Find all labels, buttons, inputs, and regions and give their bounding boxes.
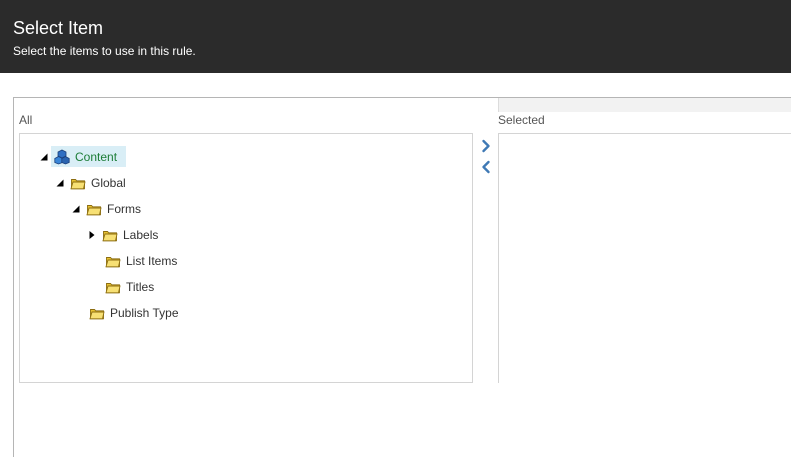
tree-node-label[interactable]: Global [91,176,126,190]
folder-icon [86,201,102,217]
dialog-title: Select Item [13,18,104,38]
chevron-left-icon [482,160,490,174]
folder-icon [105,253,121,269]
remove-from-selected-button[interactable] [479,160,493,174]
expanded-triangle-icon[interactable] [39,152,49,162]
tree-node-titles[interactable]: Titles [105,277,154,297]
dialog-subtitle: Select the items to use in this rule. [13,44,196,58]
folder-icon [89,305,105,321]
tree-node-forms[interactable]: Forms [71,199,141,219]
tree-node-label[interactable]: Publish Type [110,306,179,320]
tree-node-label[interactable]: Forms [107,202,141,216]
collapsed-triangle-icon[interactable] [87,230,97,240]
add-to-selected-button[interactable] [479,139,493,153]
content-cubes-icon [54,149,70,165]
folder-icon [70,175,86,191]
tree-node-label[interactable]: Content [75,150,117,164]
selected-panel-label: Selected [498,113,545,127]
folder-icon [105,279,121,295]
tree-node-content[interactable]: Content [39,147,117,167]
tree-node-label[interactable]: Labels [123,228,158,242]
tree-node-label[interactable]: List Items [126,254,177,268]
selected-items-panel[interactable] [498,133,791,383]
all-items-tree-panel[interactable] [19,133,473,383]
expanded-triangle-icon[interactable] [71,204,81,214]
tree-node-global[interactable]: Global [55,173,126,193]
folder-icon [102,227,118,243]
tree-node-list-items[interactable]: List Items [105,251,177,271]
selected-header-strip [498,98,791,112]
all-panel-label: All [19,113,33,127]
dialog-header: Select Item Select the items to use in t… [0,0,791,73]
tree-node-labels[interactable]: Labels [87,225,158,245]
tree-node-publish-type[interactable]: Publish Type [89,303,179,323]
expanded-triangle-icon[interactable] [55,178,65,188]
tree-node-label[interactable]: Titles [126,280,154,294]
chevron-right-icon [482,139,490,153]
